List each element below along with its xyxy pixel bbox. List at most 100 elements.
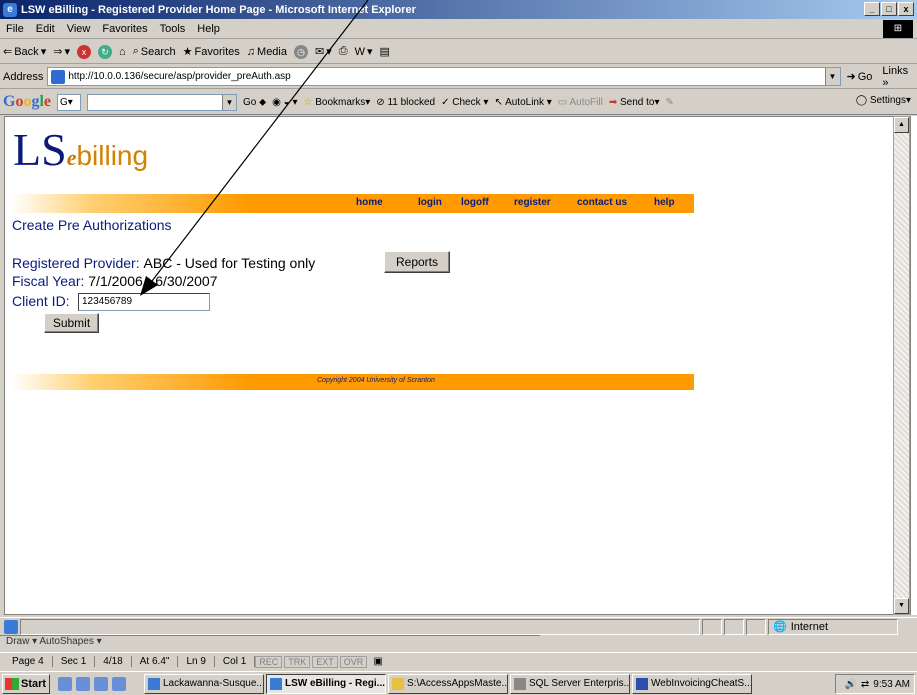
standard-toolbar: ⇐ Back ▾ ⇒ ▾ x ↻ ⌂ ⌕ Search ★ Favorites ♫ Me…: [0, 40, 917, 64]
scroll-down-icon[interactable]: ▼: [894, 598, 909, 614]
send-to-button[interactable]: ➡ Send to▾: [609, 97, 660, 108]
home-button[interactable]: ⌂: [119, 46, 126, 58]
popup-blocked-icon: ⊘: [376, 96, 385, 108]
taskbar-item-lackawanna[interactable]: Lackawanna-Susque...: [144, 673, 264, 694]
quick-launch: [52, 676, 142, 691]
nav-help-link[interactable]: help: [654, 197, 675, 208]
google-bookmarks-button[interactable]: ☆ Bookmarks▾: [303, 97, 370, 108]
close-button[interactable]: x: [898, 2, 914, 16]
search-button[interactable]: ⌕ Search: [133, 45, 176, 58]
volume-icon[interactable]: 🔊: [844, 679, 856, 690]
vertical-scrollbar[interactable]: ▲ ▼: [893, 116, 910, 615]
google-go-button[interactable]: Go ⬥: [243, 97, 266, 108]
spell-check-button[interactable]: ✓ Check ▾: [441, 97, 488, 108]
menu-view[interactable]: View: [61, 23, 97, 35]
back-button[interactable]: ⇐ Back ▾: [3, 45, 46, 59]
autofill-icon: ▭: [557, 96, 568, 108]
autolink-button[interactable]: ↖ AutoLink ▾: [494, 97, 551, 108]
zone-indicator: 🌐 Internet: [768, 618, 898, 635]
menu-file[interactable]: File: [0, 23, 30, 35]
nav-logoff-link[interactable]: logoff: [461, 197, 489, 208]
bookmarks-star-icon: ☆: [303, 96, 313, 108]
address-label: Address: [3, 70, 44, 83]
fiscal-year-label: Fiscal Year:: [12, 273, 85, 289]
mail-icon: ✉: [315, 46, 325, 58]
client-id-input[interactable]: 123456789: [78, 293, 210, 311]
settings-circle-icon: ◯: [855, 95, 868, 106]
ie-task-icon: [148, 677, 160, 690]
nav-home-link[interactable]: home: [356, 197, 383, 208]
taskbar-item-accessapps[interactable]: S:\AccessAppsMaste...: [388, 673, 508, 694]
word-rec[interactable]: REC: [255, 655, 283, 668]
menu-favorites[interactable]: Favorites: [96, 23, 153, 35]
edit-button[interactable]: W ▾: [355, 45, 373, 59]
taskbar: Start Lackawanna-Susque... LSW eBilling …: [0, 671, 917, 695]
go-button[interactable]: ➜ Go: [847, 70, 873, 84]
back-label: Back: [14, 45, 39, 58]
windows-flag-icon: [5, 677, 19, 690]
network-icon[interactable]: ⇄: [861, 679, 869, 690]
menu-help[interactable]: Help: [191, 23, 226, 35]
word-doc-icon: [636, 677, 648, 690]
client-id-line: Client ID:: [12, 293, 70, 309]
google-search-input[interactable]: ▼: [87, 93, 238, 111]
word-page: Page 4: [4, 656, 53, 667]
background-window-edge: [910, 116, 917, 615]
quick-launch-desktop-icon[interactable]: [58, 676, 72, 691]
discuss-button[interactable]: ▤: [379, 45, 389, 58]
taskbar-item-sql-server[interactable]: SQL Server Enterpris...: [510, 673, 630, 694]
refresh-button[interactable]: ↻: [97, 44, 112, 59]
logo-billing: billing: [76, 140, 149, 171]
scroll-up-icon[interactable]: ▲: [894, 117, 909, 133]
google-menu-button[interactable]: G▾: [57, 93, 82, 111]
address-dropdown-icon[interactable]: ▼: [824, 68, 840, 85]
quick-launch-outlook-icon[interactable]: [94, 676, 108, 691]
autofill-button[interactable]: ▭ AutoFill: [558, 97, 603, 108]
popup-blocker-button[interactable]: ⊘ 11 blocked: [376, 97, 435, 108]
page-content: LSebilling home login logoff register co…: [4, 116, 894, 615]
word-ovr[interactable]: OVR: [339, 655, 368, 668]
submit-button[interactable]: Submit: [44, 313, 99, 333]
fiscal-year-value: 7/1/2006 - 6/30/2007: [88, 273, 218, 289]
mail-button[interactable]: ✉ ▾: [315, 45, 332, 58]
logo-ls: LS: [13, 124, 67, 175]
google-go-label: Go: [243, 96, 257, 108]
browser-status-bar: 🌐 Internet: [0, 617, 917, 635]
minimize-button[interactable]: _: [864, 2, 880, 16]
google-globe-icon[interactable]: ◉ ◒ ▾: [272, 97, 297, 108]
google-settings-button[interactable]: ◯ Settings▾: [856, 95, 911, 106]
media-icon: ♫: [246, 45, 256, 58]
discuss-icon: ▤: [379, 46, 390, 58]
draw-menu[interactable]: Draw ▾ AutoShapes ▾: [6, 636, 102, 647]
stop-button[interactable]: x: [76, 44, 91, 59]
word-ext[interactable]: EXT: [312, 655, 338, 668]
nav-contact-link[interactable]: contact us: [577, 197, 627, 208]
page-status-icon: [4, 619, 18, 634]
quick-launch-media-icon[interactable]: [112, 676, 126, 691]
nav-register-link[interactable]: register: [514, 197, 551, 208]
address-input[interactable]: http://10.0.0.136/secure/asp/provider_pr…: [47, 67, 841, 86]
favorites-button[interactable]: ★ Favorites: [183, 45, 240, 59]
taskbar-item-lsw-ebilling[interactable]: LSW eBilling - Regi...: [266, 673, 386, 694]
print-button[interactable]: ⎙: [339, 45, 348, 58]
google-dropdown-icon[interactable]: ▼: [222, 94, 237, 110]
highlight-icon[interactable]: ✎: [666, 97, 674, 108]
media-button[interactable]: ♫ Media: [247, 46, 287, 58]
word-trk[interactable]: TRK: [284, 655, 311, 668]
page-title: Create Pre Authorizations: [12, 217, 172, 233]
links-button[interactable]: Links »: [882, 65, 917, 89]
forward-button[interactable]: ⇒ ▾: [53, 45, 70, 58]
menu-tools[interactable]: Tools: [154, 23, 192, 35]
reports-button[interactable]: Reports: [384, 251, 450, 273]
lsebilling-logo: LSebilling: [13, 123, 148, 176]
maximize-button[interactable]: □: [881, 2, 897, 16]
menu-edit[interactable]: Edit: [30, 23, 61, 35]
taskbar-item-webinvoicing[interactable]: WebInvoicingCheatS...: [632, 673, 752, 694]
start-button[interactable]: Start: [2, 673, 50, 694]
quick-launch-ie-icon[interactable]: [76, 676, 90, 691]
media-label: Media: [257, 45, 287, 58]
forward-arrow-icon: ⇒: [53, 46, 63, 58]
history-button[interactable]: ◷: [294, 44, 308, 59]
nav-login-link[interactable]: login: [418, 197, 442, 208]
google-toolbar: Google G▾ ▼ Go ⬥ ◉ ◒ ▾ ☆ Bookmarks▾ ⊘ 11…: [0, 90, 917, 115]
